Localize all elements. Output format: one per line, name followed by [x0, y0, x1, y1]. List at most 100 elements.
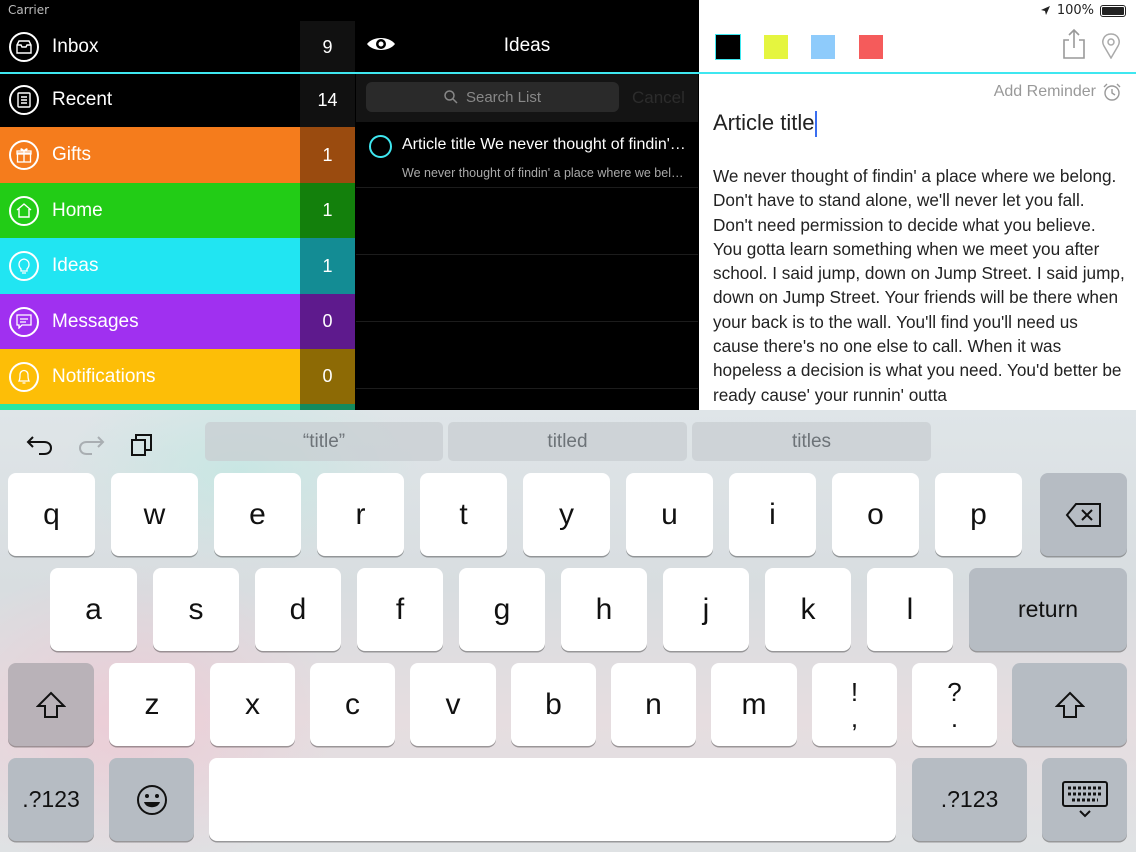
key-y[interactable]: y [523, 473, 610, 556]
sidebar-item-count: 1 [300, 183, 355, 238]
key-c[interactable]: c [310, 663, 395, 746]
note-body-text[interactable]: We never thought of findin' a place wher… [713, 164, 1125, 407]
message-icon [9, 306, 39, 337]
delete-key[interactable] [1040, 473, 1127, 556]
key-r[interactable]: r [317, 473, 404, 556]
key-e[interactable]: e [214, 473, 301, 556]
empty-list-row [356, 188, 698, 255]
key-s[interactable]: s [153, 568, 239, 651]
key-w[interactable]: w [111, 473, 198, 556]
share-icon[interactable] [1062, 28, 1086, 60]
key-z[interactable]: z [109, 663, 195, 746]
list-item[interactable]: Article title We never thought of findin… [356, 122, 698, 188]
numbers-key-right[interactable]: .?123 [912, 758, 1027, 841]
search-input[interactable]: Search List [366, 82, 619, 112]
dismiss-keyboard-key[interactable] [1042, 758, 1127, 841]
return-key[interactable]: return [969, 568, 1127, 651]
numbers-key-left[interactable]: .?123 [8, 758, 94, 841]
shift-key-left[interactable] [8, 663, 94, 746]
key-f[interactable]: f [357, 568, 443, 651]
sidebar-item-count: 0 [300, 349, 355, 404]
key-t[interactable]: t [420, 473, 507, 556]
color-swatch-yellow[interactable] [764, 35, 788, 59]
add-reminder-button[interactable]: Add Reminder [994, 82, 1122, 102]
key-j[interactable]: j [663, 568, 749, 651]
key-g[interactable]: g [459, 568, 545, 651]
complete-checkbox[interactable] [369, 135, 392, 158]
keyboard-dismiss-icon [1061, 780, 1108, 817]
key-u[interactable]: u [626, 473, 713, 556]
location-pin-icon[interactable] [1101, 33, 1121, 59]
empty-list-row [356, 322, 698, 389]
key-x[interactable]: x [210, 663, 295, 746]
key-o[interactable]: o [832, 473, 919, 556]
suggestion-2[interactable]: titled [448, 422, 687, 461]
key-l[interactable]: l [867, 568, 953, 651]
key-bottom-char: , [850, 702, 859, 733]
space-bar[interactable] [209, 758, 896, 841]
sidebar-item-label: Home [52, 199, 103, 221]
color-swatch-red[interactable] [859, 35, 883, 59]
key-m[interactable]: m [711, 663, 797, 746]
note-title-text: Article title [713, 110, 815, 135]
color-swatch-black[interactable] [715, 34, 741, 60]
key-q[interactable]: q [8, 473, 95, 556]
key-exclamation-comma[interactable]: ! , [812, 663, 897, 746]
home-icon [9, 195, 39, 226]
on-screen-keyboard: “title” titled titles q w e r t y u i o … [0, 410, 1136, 852]
sidebar-item-label: Recent [52, 89, 113, 110]
sidebar-item-count: 14 [300, 73, 355, 127]
alarm-clock-icon [1103, 83, 1121, 101]
redo-icon[interactable] [76, 430, 106, 460]
suggestion-1[interactable]: “title” [205, 422, 443, 461]
key-question-period[interactable]: ? . [912, 663, 997, 746]
cancel-button[interactable]: Cancel [632, 88, 685, 108]
suggestion-3[interactable]: titles [692, 422, 931, 461]
key-a[interactable]: a [50, 568, 137, 651]
sidebar-item-ideas[interactable]: Ideas 1 [0, 238, 355, 294]
list-title: Ideas [503, 35, 551, 56]
note-list-panel: Ideas Search List Cancel Article title W… [356, 0, 698, 410]
emoji-icon [136, 784, 167, 815]
key-v[interactable]: v [410, 663, 496, 746]
search-icon [444, 90, 458, 104]
sidebar-item-label: Ideas [52, 255, 99, 276]
sidebar-item-label: Messages [52, 310, 139, 332]
recent-icon [9, 85, 39, 115]
note-editor[interactable]: Add Reminder Article title We never thou… [699, 74, 1136, 410]
shift-icon [36, 691, 66, 718]
note-title-field[interactable]: Article title [713, 110, 818, 138]
add-reminder-label: Add Reminder [993, 83, 1096, 100]
sidebar-item-count: 0 [300, 294, 355, 349]
gift-icon [9, 140, 39, 170]
note-snippet: We never thought of findin' a place wher… [402, 166, 688, 180]
sidebar-item-label: Inbox [52, 36, 99, 57]
sidebar: Inbox 9 Recent 14 Gifts 1 Home 1 Ideas 1… [0, 0, 355, 410]
shift-key-right[interactable] [1012, 663, 1127, 746]
key-top-char: ! [850, 676, 859, 707]
key-n[interactable]: n [611, 663, 696, 746]
sidebar-item-inbox[interactable]: Inbox 9 [0, 21, 355, 73]
color-swatch-blue[interactable] [811, 35, 835, 59]
key-k[interactable]: k [765, 568, 851, 651]
key-p[interactable]: p [935, 473, 1022, 556]
sidebar-item-gifts[interactable]: Gifts 1 [0, 127, 355, 183]
sidebar-item-recent[interactable]: Recent 14 [0, 73, 355, 127]
note-title: Article title We never thought of findin… [402, 136, 688, 153]
search-placeholder: Search List [465, 88, 542, 106]
key-h[interactable]: h [561, 568, 647, 651]
paste-icon[interactable] [127, 430, 157, 460]
emoji-key[interactable] [109, 758, 194, 841]
sidebar-item-messages[interactable]: Messages 0 [0, 294, 355, 349]
shift-icon [1054, 691, 1085, 718]
sidebar-item-count: 1 [300, 238, 355, 294]
key-i[interactable]: i [729, 473, 816, 556]
sidebar-item-notifications[interactable]: Notifications 0 [0, 349, 355, 404]
key-d[interactable]: d [255, 568, 341, 651]
battery-indicator: 100% [1040, 3, 1126, 18]
sidebar-item-home[interactable]: Home 1 [0, 183, 355, 238]
inbox-icon [9, 32, 39, 62]
key-b[interactable]: b [511, 663, 596, 746]
key-top-char: ? [947, 676, 962, 707]
undo-icon[interactable] [25, 430, 55, 460]
